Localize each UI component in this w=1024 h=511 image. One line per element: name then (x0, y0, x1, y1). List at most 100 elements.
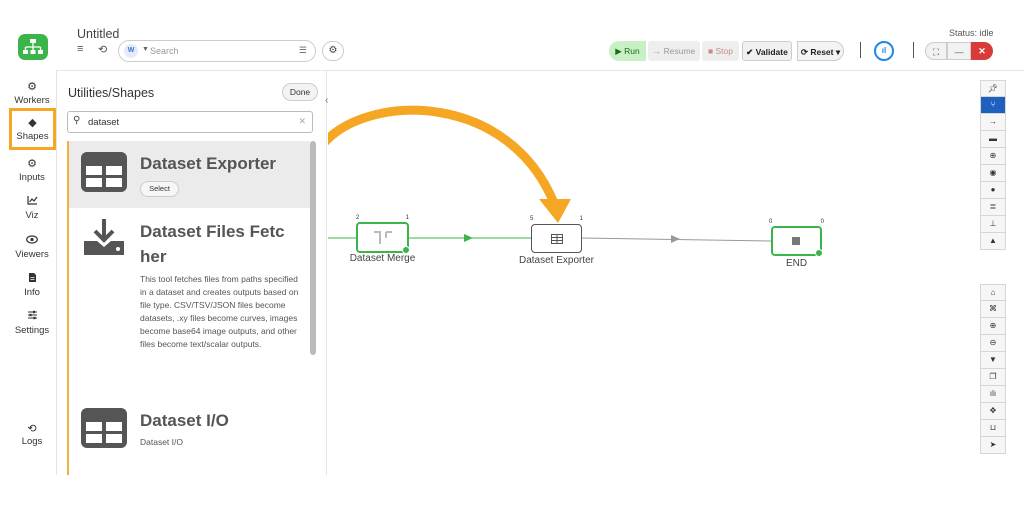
shape-card-dataset-io[interactable]: Dataset I/O Dataset I/O (69, 396, 310, 475)
search-bar[interactable]: W ▼ ☰ (118, 40, 316, 62)
basket-icon[interactable]: ⊔ (980, 420, 1006, 437)
pin-icon[interactable]: 📌︎ (980, 80, 1006, 97)
chevron-down-icon: ▾ (835, 47, 841, 57)
resume-button[interactable]: → Resume (648, 41, 700, 61)
node-output-port[interactable]: 1 (580, 216, 583, 222)
filter-icon[interactable]: ☰ (299, 45, 307, 56)
search-scope-badge[interactable]: W (124, 44, 138, 58)
rail-item-label: Settings (14, 325, 50, 336)
rail-item-info[interactable]: Info (8, 272, 56, 298)
shapes-panel: Utilities/Shapes Done ‹ ⚲ ✕ Dataset Expo… (57, 71, 328, 475)
toolbar-divider (913, 42, 914, 58)
rail-item-label: Logs (21, 436, 43, 447)
arrow-right-icon[interactable]: → (980, 114, 1006, 131)
warning-icon[interactable]: ▲ (980, 233, 1006, 250)
panel-title: Utilities/Shapes (68, 86, 155, 100)
pointer-icon[interactable]: ➤ (980, 437, 1006, 454)
node-input-port[interactable]: 0 (769, 219, 772, 225)
chart-line-icon (8, 195, 56, 209)
workflow-canvas[interactable]: 2 1 Dataset Merge 5 1 Dataset Exporter 0… (328, 71, 1024, 475)
search-settings-button[interactable]: ⚙ (322, 41, 344, 61)
minimize-button[interactable]: — (947, 42, 971, 60)
rail-item-label: Inputs (19, 172, 45, 183)
minus-icon: — (954, 47, 964, 57)
panel-scrollbar[interactable] (310, 141, 316, 355)
select-button[interactable]: Select (140, 181, 179, 197)
chevron-down-icon[interactable]: ▼ (142, 46, 149, 53)
home-icon[interactable]: ⌂ (980, 284, 1006, 301)
refresh-icon: ⟳ (800, 47, 808, 57)
node-input-port[interactable]: 5 (530, 216, 533, 222)
gear-icon: ⚙ (27, 81, 37, 93)
database-icon[interactable]: ≣ (980, 199, 1006, 216)
layers-icon[interactable]: ❐ (980, 369, 1006, 386)
node-input-port[interactable]: 2 (356, 215, 359, 221)
stop-button[interactable]: ■ Stop (702, 41, 739, 61)
sitemap-icon[interactable]: ⊥ (980, 216, 1006, 233)
rail-item-label: Workers (14, 95, 50, 106)
done-button[interactable]: Done (282, 83, 318, 101)
node-dataset-merge[interactable]: 2 1 (356, 215, 410, 254)
rail-item-inputs[interactable]: ⚙ Inputs (8, 157, 56, 183)
play-icon: ▶ (615, 46, 622, 56)
eye-slash-icon[interactable]: ◉ (980, 165, 1006, 182)
zoom-in-icon[interactable]: ⊕ (980, 318, 1006, 335)
search-input[interactable] (150, 44, 290, 58)
fit-view-icon[interactable]: ⌘ (980, 301, 1006, 318)
move-icon[interactable]: ✥ (980, 403, 1006, 420)
resume-label: Resume (663, 46, 696, 56)
rail-item-workers[interactable]: ⚙ Workers (8, 80, 56, 106)
arrow-right-icon: → (652, 46, 662, 56)
shape-name: Dataset I/O (140, 411, 229, 430)
node-end[interactable]: 0 0 (769, 219, 824, 257)
rail-item-viz[interactable]: Viz (8, 195, 56, 221)
node-dataset-exporter[interactable]: 5 1 (530, 216, 583, 253)
node-label: Dataset Merge (349, 253, 416, 264)
reset-label: Reset (810, 47, 834, 57)
stop-square-icon (792, 237, 800, 245)
dashboard-chart-button[interactable]: ıl (874, 41, 894, 61)
clear-icon[interactable]: ✕ (298, 116, 306, 127)
file-icon (8, 272, 56, 286)
close-button[interactable]: ✕ (971, 42, 993, 60)
rail-item-label: Info (24, 287, 40, 298)
workflow-title[interactable]: Untitled (77, 27, 119, 41)
filter-icon[interactable]: ▼ (980, 352, 1006, 369)
table-icon (81, 152, 127, 192)
keyboard-icon[interactable]: ▬ (980, 131, 1006, 148)
validate-label: Validate (755, 47, 788, 57)
menu-icon[interactable]: ≡ (77, 43, 83, 55)
branch-icon[interactable]: ⑂ (980, 97, 1006, 114)
cogs-icon: ⚙ (27, 158, 37, 170)
edges-layer (328, 105, 772, 243)
crosshair-icon[interactable]: ⊕ (980, 148, 1006, 165)
toolbar-divider (860, 42, 861, 58)
node-output-port[interactable]: 0 (821, 219, 824, 225)
shape-list: Dataset Exporter Select Dataset Files Fe… (67, 141, 310, 475)
rail-item-logs[interactable]: ⟲ Logs (8, 422, 56, 447)
table-icon (551, 234, 563, 244)
shape-card-dataset-exporter[interactable]: Dataset Exporter Select (69, 141, 310, 208)
shape-search-box[interactable]: ⚲ ✕ (67, 111, 313, 133)
user-icon[interactable]: ● (980, 182, 1006, 199)
rail-item-settings[interactable]: Settings (8, 310, 56, 336)
reset-button[interactable]: ⟳ Reset ▾ (797, 41, 844, 61)
maximize-button[interactable]: ⛶ (925, 42, 947, 60)
node-output-port[interactable]: 1 (406, 215, 409, 221)
run-button[interactable]: ▶ Run (609, 41, 646, 61)
check-circle-icon: ✔ (746, 47, 754, 57)
rail-item-viewers[interactable]: Viewers (8, 234, 56, 260)
zoom-out-icon[interactable]: ⊖ (980, 335, 1006, 352)
history-icon[interactable]: ⟲ (98, 43, 107, 56)
app-logo (18, 34, 48, 60)
gear-icon: ⚙ (328, 45, 338, 56)
shape-search-input[interactable] (88, 115, 288, 129)
bar-chart-icon[interactable]: ılı (980, 386, 1006, 403)
validate-button[interactable]: ✔ Validate (742, 41, 792, 61)
rail-item-label: Viz (25, 210, 39, 221)
canvas-tools-top: 📌︎ ⑂ → ▬ ⊕ ◉ ● ≣ ⊥ ▲ (980, 80, 1006, 250)
shape-name-line-1: Dataset Files Fetc (140, 222, 285, 241)
rail-item-shapes[interactable]: ◆ Shapes (9, 108, 56, 150)
shape-description: This tool fetches files from paths speci… (140, 274, 299, 349)
status-text: Status: idle (949, 28, 994, 38)
